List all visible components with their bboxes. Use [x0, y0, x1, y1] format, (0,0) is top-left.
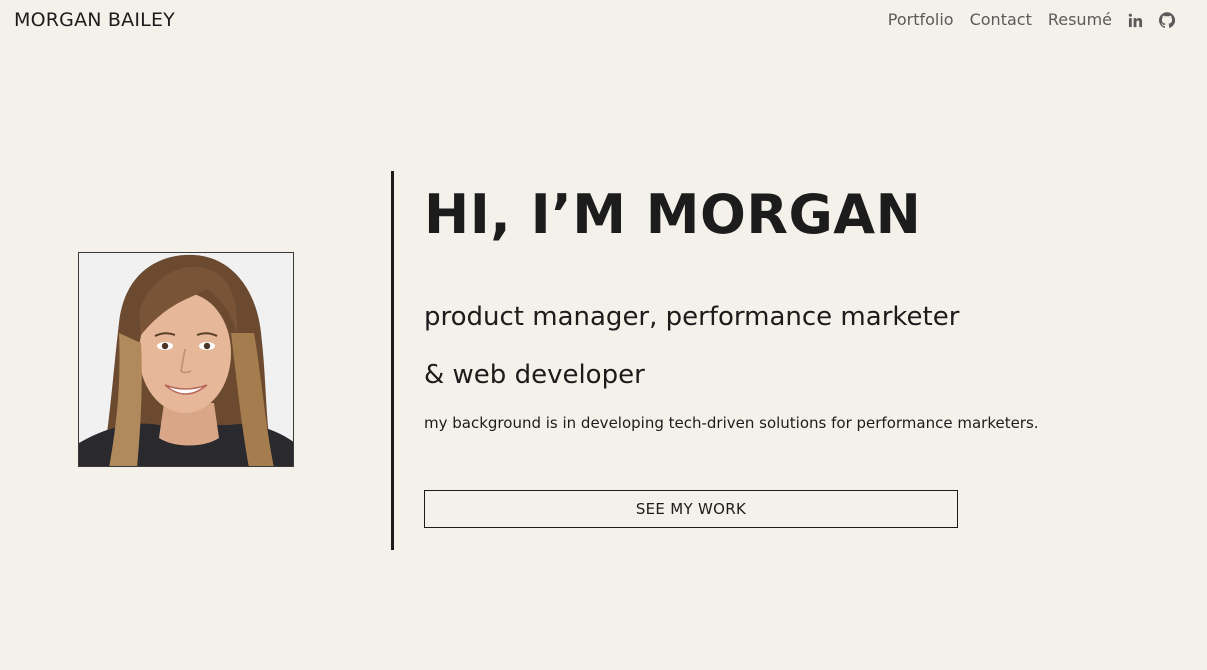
top-nav: Portfolio Contact Resumé: [888, 8, 1175, 32]
hero-blurb: my background is in developing tech-driv…: [424, 414, 1039, 432]
brand-logo-link[interactable]: MORGAN BAILEY: [14, 8, 175, 32]
nav-portfolio-link[interactable]: Portfolio: [888, 8, 954, 32]
profile-photo: [78, 252, 294, 467]
hero-title: HI, I’M MORGAN: [424, 183, 922, 246]
hero-subtitle-line-2: & web developer: [424, 360, 645, 390]
hero-subtitle-line-1: product manager, performance marketer: [424, 302, 960, 332]
nav-resume-link[interactable]: Resumé: [1048, 8, 1112, 32]
github-link[interactable]: [1159, 12, 1175, 28]
page: MORGAN BAILEY Portfolio Contact Resumé H…: [0, 0, 1207, 670]
vertical-divider: [391, 171, 394, 550]
linkedin-link[interactable]: [1128, 13, 1143, 28]
linkedin-icon: [1128, 13, 1143, 28]
nav-contact-link[interactable]: Contact: [970, 8, 1032, 32]
see-my-work-button[interactable]: SEE MY WORK: [424, 490, 958, 528]
github-icon: [1159, 12, 1175, 28]
